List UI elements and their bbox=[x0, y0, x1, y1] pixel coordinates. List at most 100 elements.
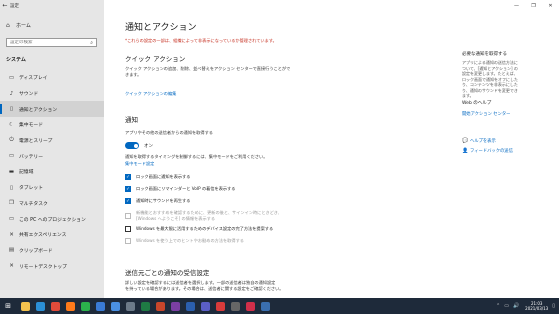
shared-experiences-icon: ✕ bbox=[9, 231, 14, 238]
focus-assist-settings-link[interactable]: 集中モード設定 bbox=[125, 161, 154, 167]
sidebar-item-label: ディスプレイ bbox=[19, 76, 48, 82]
checkbox-unchecked[interactable] bbox=[125, 226, 131, 232]
sidebar-item[interactable]: ✕ 共有エクスペリエンス bbox=[0, 227, 104, 243]
sidebar-item[interactable]: ▭ ディスプレイ bbox=[0, 70, 104, 86]
sidebar-item-label: マルチタスク bbox=[19, 201, 48, 207]
toggle-switch[interactable] bbox=[125, 142, 139, 149]
checkbox-label: Windows を使う上でのヒントやお勧めの方法を取得する bbox=[136, 238, 244, 244]
taskbar: ⊞ ⌃ ▭ 🔊 21:03 2021/03/13 ▯ bbox=[0, 298, 559, 314]
sidebar-item[interactable]: ☾ 集中モード bbox=[0, 117, 104, 133]
taskbar-apps bbox=[18, 298, 273, 314]
taskbar-clock[interactable]: 21:03 2021/03/13 bbox=[525, 301, 548, 311]
sidebar-item[interactable]: ❐ マルチタスク bbox=[0, 196, 104, 212]
notification-center-icon[interactable]: ▯ bbox=[552, 303, 555, 309]
notifications-toggle[interactable]: オン bbox=[125, 142, 153, 149]
sidebar-item-label: クリップボード bbox=[19, 248, 53, 254]
taskbar-app-word[interactable] bbox=[183, 298, 198, 314]
sound-icon: ♪ bbox=[9, 90, 14, 97]
sidebar-item[interactable]: ▬ 記憶域 bbox=[0, 164, 104, 180]
taskbar-app-maps[interactable] bbox=[213, 298, 228, 314]
checkbox-checked[interactable]: ✓ bbox=[125, 198, 131, 204]
app-title: 設定 bbox=[10, 3, 19, 9]
sidebar-nav: ▭ ディスプレイ ♪ サウンド ▯ 通知とアクション ☾ 集中モード ⏻ 電源とスリープ ▭ バッテリ… bbox=[0, 70, 104, 274]
taskbar-app-explorer[interactable] bbox=[18, 298, 33, 314]
network-icon[interactable]: ▭ bbox=[504, 303, 509, 309]
checkbox-label: ロック画面にリマインダーと VoIP の着信を表示する bbox=[136, 186, 236, 192]
title-bar: ← 設定 bbox=[0, 0, 104, 11]
sidebar-item[interactable]: ▭ この PC へのプロジェクション bbox=[0, 211, 104, 227]
feedback-link[interactable]: フィードバックの送信 bbox=[470, 148, 513, 154]
sidebar-item[interactable]: ▭ バッテリー bbox=[0, 148, 104, 164]
related-desc-line: アプリによる通知の送信方法に bbox=[462, 60, 518, 65]
notification-option[interactable]: ✓ 通知時にサウンドを再生する bbox=[125, 198, 190, 204]
taskbar-app-onenote[interactable] bbox=[168, 298, 183, 314]
edge-icon bbox=[36, 301, 45, 311]
taskbar-app-camera[interactable] bbox=[228, 298, 243, 314]
page-title: 通知とアクション bbox=[125, 23, 197, 33]
related-info-panel: 必要な通知を取得する アプリによる通知の送信方法に ついて、[通知とアクション] … bbox=[462, 51, 518, 99]
web-help-link[interactable]: 開始アクション センター bbox=[462, 111, 510, 117]
quick-actions-heading: クイック アクション bbox=[125, 55, 186, 63]
taskbar-app-settings[interactable] bbox=[258, 298, 273, 314]
notification-option[interactable]: Windows を最大限に活用するためのデバイス設定の完了方法を提案する bbox=[125, 226, 273, 232]
sidebar-item[interactable]: ▤ クリップボード bbox=[0, 243, 104, 259]
taskbar-app-edge[interactable] bbox=[33, 298, 48, 314]
edit-quick-actions-link[interactable]: クイック アクションの編集 bbox=[125, 91, 176, 97]
media-icon bbox=[246, 301, 255, 311]
related-description: アプリによる通知の送信方法に ついて、[通知とアクション] の設定を変更します。た… bbox=[462, 60, 518, 99]
settings-search-box[interactable]: ⌕ bbox=[6, 38, 97, 47]
notification-option[interactable]: ✓ ロック画面にリマインダーと VoIP の着信を表示する bbox=[125, 186, 235, 192]
sidebar-item[interactable]: ♪ サウンド bbox=[0, 86, 104, 102]
notification-option: Windows を使う上でのヒントやお勧めの方法を取得する bbox=[125, 238, 244, 244]
sidebar-home[interactable]: ⌂ ホーム bbox=[0, 20, 104, 30]
checkbox-checked[interactable]: ✓ bbox=[125, 174, 131, 180]
powerpoint-icon bbox=[156, 301, 165, 311]
back-arrow-icon[interactable]: ← bbox=[0, 0, 10, 11]
tray-chevron-icon[interactable]: ⌃ bbox=[496, 303, 500, 309]
sidebar-item[interactable]: ▯ タブレット bbox=[0, 180, 104, 196]
toggle-state: オン bbox=[144, 143, 153, 149]
taskbar-app-store[interactable] bbox=[123, 298, 138, 314]
close-icon[interactable]: ✕ bbox=[542, 0, 559, 11]
multitasking-icon: ❐ bbox=[9, 200, 14, 207]
remote-desktop-icon: ✕ bbox=[9, 263, 14, 270]
taskbar-app-teams[interactable] bbox=[198, 298, 213, 314]
focus-assist-icon: ☾ bbox=[9, 121, 14, 128]
minimize-icon[interactable]: — bbox=[508, 0, 525, 11]
get-help-link[interactable]: ヘルプを表示 bbox=[470, 138, 496, 144]
notification-option[interactable]: ✓ ロック画面に通知を表示する bbox=[125, 174, 190, 180]
taskbar-app-mail[interactable] bbox=[93, 298, 108, 314]
maximize-icon[interactable]: ❐ bbox=[525, 0, 542, 11]
projection-icon: ▭ bbox=[8, 216, 15, 223]
power-icon: ⏻ bbox=[9, 137, 14, 144]
taskbar-app-excel[interactable] bbox=[138, 298, 153, 314]
taskbar-app-firefox[interactable] bbox=[63, 298, 78, 314]
checkbox-unchecked bbox=[125, 238, 131, 244]
taskbar-app-line[interactable] bbox=[78, 298, 93, 314]
taskbar-app-photos[interactable] bbox=[108, 298, 123, 314]
per-sender-heading: 送信元ごとの通知の受信設定 bbox=[125, 269, 210, 277]
checkbox-label: Windows を最大限に活用するためのデバイス設定の完了方法を提案する bbox=[136, 226, 274, 232]
feedback-item[interactable]: 👤 フィードバックの送信 bbox=[462, 148, 513, 154]
taskbar-app-chrome[interactable] bbox=[48, 298, 63, 314]
taskbar-app-media[interactable] bbox=[243, 298, 258, 314]
tablet-icon: ▯ bbox=[9, 184, 14, 191]
clipboard-icon: ▤ bbox=[8, 247, 15, 254]
camera-icon bbox=[231, 301, 240, 311]
checkbox-label: 新機能とおすすめを確認するために、更新の後と、サインイン時にときどき、 [Win… bbox=[136, 210, 282, 221]
checkbox-checked[interactable]: ✓ bbox=[125, 186, 131, 192]
taskbar-app-powerpoint[interactable] bbox=[153, 298, 168, 314]
web-help-section: Web のヘルプ 開始アクション センター bbox=[462, 100, 510, 117]
sidebar-item[interactable]: ✕ リモートデスクトップ bbox=[0, 258, 104, 274]
search-icon[interactable]: ⌕ bbox=[90, 40, 93, 46]
feedback-icon: 👤 bbox=[462, 148, 469, 154]
help-icon: 💬 bbox=[462, 138, 469, 144]
search-input[interactable] bbox=[10, 40, 80, 45]
volume-icon[interactable]: 🔊 bbox=[513, 303, 519, 309]
sidebar-item-label: 記憶域 bbox=[19, 170, 34, 176]
sidebar-item[interactable]: ▯ 通知とアクション bbox=[0, 101, 104, 118]
get-help-item[interactable]: 💬 ヘルプを表示 bbox=[462, 138, 513, 144]
sidebar-item[interactable]: ⏻ 電源とスリープ bbox=[0, 133, 104, 149]
start-button[interactable]: ⊞ bbox=[0, 298, 16, 314]
notifications-heading: 通知 bbox=[125, 116, 138, 124]
